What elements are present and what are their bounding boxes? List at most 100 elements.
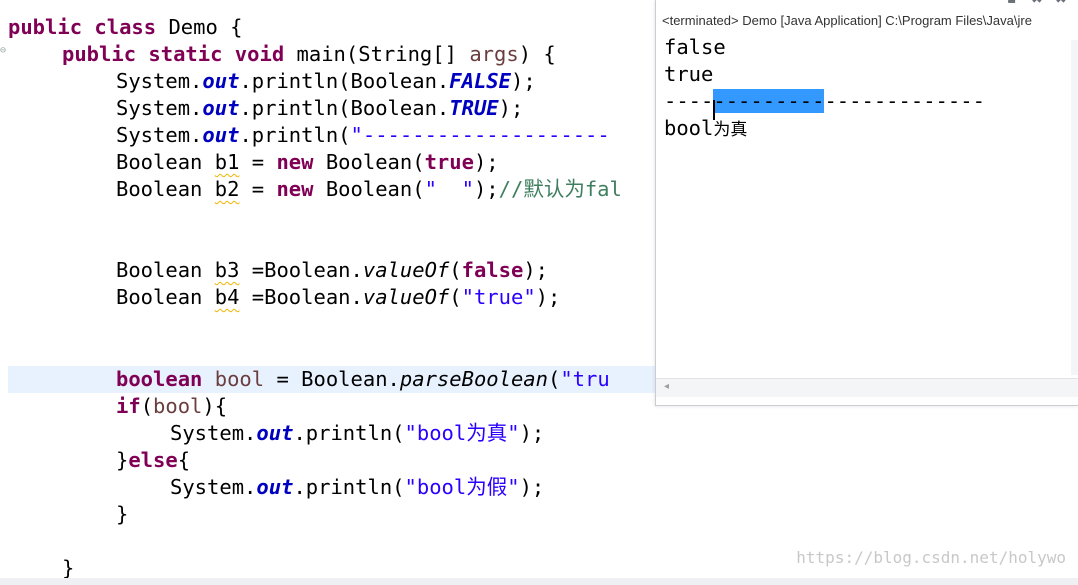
code-line-13[interactable]: }else{ [116,447,190,474]
static-field: out [202,123,240,147]
static-constant: TRUE [449,96,499,120]
text-cursor [713,100,715,120]
code-text: Boolean [116,150,215,174]
keyword: public class [8,15,157,39]
code-text: System. [116,123,203,147]
code-line-5[interactable]: System.out.println("-------------------- [116,122,610,149]
code-line-8[interactable]: Boolean b3 =Boolean.valueOf(false); [116,257,548,284]
string-literal: "true" [461,285,536,309]
string-literal: "bool为假" [404,475,520,499]
code-text: Boolean( [313,177,425,201]
code-text: ) { [518,42,556,66]
variable-warning: b2 [214,177,240,201]
output-text: ---- [664,89,714,113]
code-line-14[interactable]: System.out.println("bool为假"); [170,474,544,501]
scroll-left-arrow-icon[interactable]: ◂ [664,381,669,392]
static-method: valueOf [362,258,450,282]
variable-warning: b4 [214,285,240,309]
local-variable: bool [202,367,265,391]
vertical-scrollbar[interactable] [1071,40,1078,375]
comment: //默认为fal [498,177,622,201]
static-field: out [202,69,240,93]
static-field: out [256,475,294,499]
code-text: = [239,150,277,174]
code-text: ); [473,177,499,201]
keyword: public static void [62,42,285,66]
code-text: } [116,448,129,472]
variable-warning: b1 [214,150,240,174]
keyword: true [424,150,474,174]
fold-marker-icon[interactable]: ⊖ [0,46,6,56]
code-text: =Boolean. [239,285,363,309]
code-text: ); [523,258,549,282]
code-line-2[interactable]: public static void main(String[] args) { [62,41,556,68]
code-line-15[interactable]: } [116,501,128,528]
remove-all-terminated-icon[interactable]: ✖ [1031,0,1045,6]
code-text: Boolean [116,285,215,309]
static-method: valueOf [362,285,450,309]
code-text: Boolean [116,177,215,201]
code-text: .println( [239,123,351,147]
code-line-7[interactable]: Boolean b2 = new Boolean(" ");//默认为fal [116,176,622,203]
horizontal-scrollbar[interactable]: ◂ [656,378,1078,397]
code-text: ( [548,367,561,391]
code-text: { [177,448,191,472]
static-field: out [256,421,294,445]
string-literal: "-------------------- [350,123,610,147]
code-text: ( [449,258,462,282]
string-literal: "bool为真" [404,421,520,445]
static-field: out [202,96,240,120]
output-text: bool [664,116,714,140]
console-title: <terminated> Demo [Java Application] C:\… [662,13,1032,28]
string-literal: "tru [560,367,610,391]
code-line-10[interactable]: boolean bool = Boolean.parseBoolean("tru [116,366,610,393]
code-text: } [116,502,129,526]
local-variable: bool [153,394,203,418]
code-text: System. [116,69,203,93]
remove-launch-icon[interactable]: ▪ [1007,0,1021,6]
console-view[interactable]: ▪ ✖ ✖ <terminated> Demo [Java Applicatio… [655,0,1078,406]
console-output-line: false [664,35,726,59]
code-line-9[interactable]: Boolean b4 =Boolean.valueOf("true"); [116,284,560,311]
keyword: new [276,177,314,201]
parameter: args [469,42,519,66]
code-line-1[interactable]: public class Demo { [8,14,243,41]
code-text: .println( [293,421,405,445]
code-text: ); [498,96,524,120]
console-output-line: true [664,62,714,86]
class-name: Demo { [156,15,243,39]
code-line-6[interactable]: Boolean b1 = new Boolean(true); [116,149,499,176]
static-method: parseBoolean [399,367,548,391]
code-text: = Boolean. [264,367,400,391]
editor-bottom-border [0,578,1078,585]
watermark: https://blog.csdn.net/holywo [796,548,1066,567]
text-selection[interactable]: --------- [713,89,825,113]
keyword: boolean [116,367,203,391]
keyword: false [461,258,524,282]
output-text: ------------- [824,89,985,113]
code-text: .println( [293,475,405,499]
code-text: System. [170,475,257,499]
code-text: .println(Boolean. [239,69,450,93]
output-text: 为真 [713,120,748,140]
pin-console-icon[interactable]: ✖ [1055,0,1069,6]
console-output-line: bool为真 [664,115,747,142]
code-text: .println(Boolean. [239,96,450,120]
code-text: ); [535,285,561,309]
code-text: System. [116,96,203,120]
code-text: = [239,177,277,201]
string-literal: " " [424,177,474,201]
code-text: ); [519,475,545,499]
code-text: Boolean( [313,150,425,174]
code-line-3[interactable]: System.out.println(Boolean.FALSE); [116,68,536,95]
code-line-11[interactable]: if(bool){ [116,393,227,420]
code-line-12[interactable]: System.out.println("bool为真"); [170,420,544,447]
keyword: new [276,150,314,174]
variable-warning: b3 [214,258,240,282]
code-line-4[interactable]: System.out.println(Boolean.TRUE); [116,95,523,122]
code-text: ( [140,394,154,418]
code-text: ){ [202,394,228,418]
code-text: ); [510,69,536,93]
static-constant: FALSE [449,69,511,93]
code-text: ); [519,421,545,445]
